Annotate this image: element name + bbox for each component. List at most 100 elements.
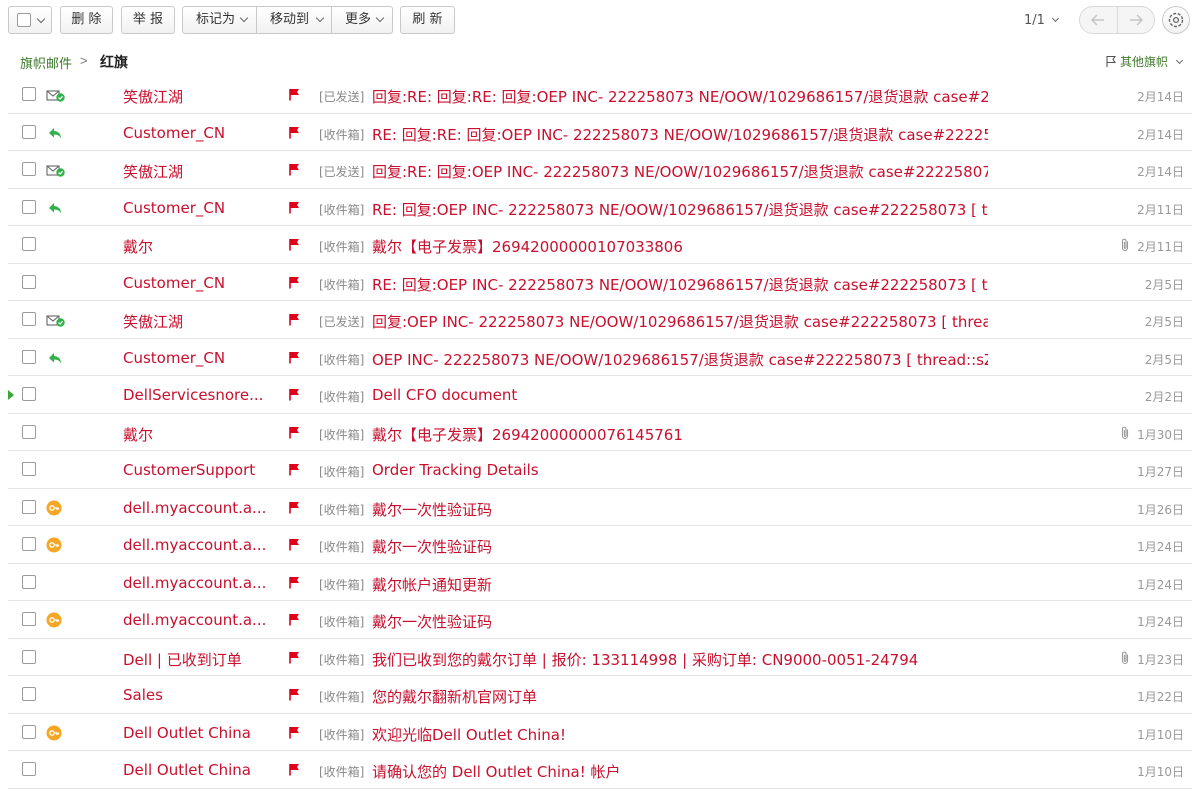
mail-row-checkbox[interactable] xyxy=(22,312,36,326)
mail-subject[interactable]: 戴尔一次性验证码 xyxy=(372,499,492,520)
settings-button[interactable] xyxy=(1162,6,1190,34)
mail-subject[interactable]: 我们已收到您的戴尔订单 | 报价: 133114998 | 采购订单: CN90… xyxy=(372,649,918,670)
mail-sender[interactable]: Sales xyxy=(123,686,163,704)
mail-subject[interactable]: RE: 回复:RE: 回复:OEP INC- 222258073 NE/OOW/… xyxy=(372,124,988,145)
other-flags-dropdown[interactable]: 其他旗帜 xyxy=(1105,53,1183,70)
red-flag-icon[interactable] xyxy=(288,201,300,219)
mail-row-checkbox[interactable] xyxy=(22,499,36,514)
red-flag-icon[interactable] xyxy=(288,238,300,256)
mail-row[interactable]: Customer_CN [收件箱] OEP INC- 222258073 NE/OO… xyxy=(8,339,1192,376)
mail-row[interactable]: Dell | 已收到订单 [收件箱] 我们已收到您的戴尔订单 | 报价: 13311… xyxy=(8,639,1192,676)
mail-row-checkbox[interactable] xyxy=(22,687,36,701)
mail-sender[interactable]: 笑傲江湖 xyxy=(123,86,183,107)
delete-button[interactable]: 删 除 xyxy=(60,6,113,34)
mail-subject[interactable]: 您的戴尔翻新机官网订单 xyxy=(372,686,537,707)
mail-row[interactable]: 戴尔 [收件箱] 戴尔【电子发票】26942000000076145761 1月30日 xyxy=(8,414,1192,451)
red-flag-icon[interactable] xyxy=(288,163,300,181)
mail-row-checkbox[interactable] xyxy=(22,237,36,251)
mail-row-checkbox[interactable] xyxy=(22,162,36,176)
mail-subject[interactable]: 请确认您的 Dell Outlet China! 帐户 xyxy=(372,761,621,782)
mail-sender[interactable]: DellServicesnore... xyxy=(123,386,263,404)
mail-sender[interactable]: 戴尔 xyxy=(123,236,153,257)
mail-row[interactable]: 笑傲江湖 [已发送] 回复:RE: 回复:RE: 回复:OEP INC- 22225… xyxy=(8,76,1192,114)
mail-row-checkbox[interactable] xyxy=(22,199,36,214)
more-dropdown[interactable]: 更多 xyxy=(331,7,392,33)
red-flag-icon[interactable] xyxy=(288,763,300,781)
mail-sender[interactable]: Customer_CN xyxy=(123,124,225,142)
page-indicator[interactable]: 1/1 xyxy=(1024,13,1060,28)
breadcrumb-flagged-mail[interactable]: 旗帜邮件 xyxy=(20,53,72,72)
select-all-checkbox[interactable] xyxy=(17,13,31,27)
red-flag-icon[interactable] xyxy=(288,126,300,144)
mail-row[interactable]: 笑傲江湖 [已发送] 回复:RE: 回复:OEP INC- 222258073 NE… xyxy=(8,151,1192,189)
red-flag-icon[interactable] xyxy=(288,576,300,594)
mail-row[interactable]: Sales [收件箱] 您的戴尔翻新机官网订单 1月22日 xyxy=(8,676,1192,714)
mail-sender[interactable]: CustomerSupport xyxy=(123,461,255,479)
prev-page-button[interactable] xyxy=(1080,7,1117,33)
mail-subject[interactable]: 回复:RE: 回复:RE: 回复:OEP INC- 222258073 NE/O… xyxy=(372,86,988,107)
red-flag-icon[interactable] xyxy=(288,613,300,631)
refresh-button[interactable]: 刷 新 xyxy=(400,6,455,34)
red-flag-icon[interactable] xyxy=(288,463,300,481)
mail-row[interactable]: Customer_CN [收件箱] RE: 回复:RE: 回复:OEP INC- 2… xyxy=(8,114,1192,151)
mail-subject[interactable]: RE: 回复:OEP INC- 222258073 NE/OOW/1029686… xyxy=(372,199,988,220)
mail-sender[interactable]: dell.myaccount.a... xyxy=(123,611,266,629)
mail-row-checkbox[interactable] xyxy=(22,649,36,664)
select-all-dropdown[interactable] xyxy=(8,6,52,34)
mail-sender[interactable]: 戴尔 xyxy=(123,424,153,445)
mail-sender[interactable]: 笑傲江湖 xyxy=(123,161,183,182)
mail-subject[interactable]: 欢迎光临Dell Outlet China! xyxy=(372,724,566,745)
mail-subject[interactable]: 回复:OEP INC- 222258073 NE/OOW/1029686157/… xyxy=(372,311,988,332)
red-flag-icon[interactable] xyxy=(288,388,300,406)
mail-sender[interactable]: Dell Outlet China xyxy=(123,724,251,742)
mail-row-checkbox[interactable] xyxy=(22,87,36,101)
red-flag-icon[interactable] xyxy=(288,538,300,556)
red-flag-icon[interactable] xyxy=(288,88,300,106)
mail-row[interactable]: Customer_CN [收件箱] RE: 回复:OEP INC- 22225807… xyxy=(8,189,1192,226)
mail-row-checkbox[interactable] xyxy=(22,537,36,551)
mail-row[interactable]: Dell Outlet China [收件箱] 请确认您的 Dell Outlet … xyxy=(8,751,1192,789)
next-page-button[interactable] xyxy=(1117,7,1154,33)
mail-sender[interactable]: dell.myaccount.a... xyxy=(123,536,266,554)
mail-sender[interactable]: Customer_CN xyxy=(123,349,225,367)
mail-subject[interactable]: 戴尔一次性验证码 xyxy=(372,611,492,632)
red-flag-icon[interactable] xyxy=(288,688,300,706)
mail-subject[interactable]: Order Tracking Details xyxy=(372,461,539,479)
mail-row-checkbox[interactable] xyxy=(22,574,36,589)
red-flag-icon[interactable] xyxy=(288,426,300,444)
red-flag-icon[interactable] xyxy=(288,726,300,744)
mail-sender[interactable]: 笑傲江湖 xyxy=(123,311,183,332)
red-flag-icon[interactable] xyxy=(288,501,300,519)
mail-row[interactable]: Customer_CN [收件箱] RE: 回复:OEP INC- 22225807… xyxy=(8,264,1192,301)
mail-row-checkbox[interactable] xyxy=(22,387,36,401)
mark-as-dropdown[interactable]: 标记为 xyxy=(183,7,256,33)
mail-subject[interactable]: 回复:RE: 回复:OEP INC- 222258073 NE/OOW/1029… xyxy=(372,161,988,182)
mail-row[interactable]: Dell Outlet China [收件箱] 欢迎光临Dell Outlet Ch… xyxy=(8,714,1192,751)
mail-row[interactable]: 笑傲江湖 [已发送] 回复:OEP INC- 222258073 NE/OOW/10… xyxy=(8,301,1192,339)
mail-sender[interactable]: Dell Outlet China xyxy=(123,761,251,779)
mail-sender[interactable]: dell.myaccount.a... xyxy=(123,574,266,592)
mail-row-checkbox[interactable] xyxy=(22,612,36,626)
mail-row[interactable]: dell.myaccount.a... [收件箱] 戴尔一次性验证码 1月24日 xyxy=(8,526,1192,564)
mail-row-checkbox[interactable] xyxy=(22,462,36,476)
mail-sender[interactable]: Customer_CN xyxy=(123,274,225,292)
mail-subject[interactable]: 戴尔【电子发票】26942000000107033806 xyxy=(372,236,683,257)
mail-row-checkbox[interactable] xyxy=(22,274,36,289)
mail-sender[interactable]: Dell | 已收到订单 xyxy=(123,649,242,670)
mail-row-checkbox[interactable] xyxy=(22,724,36,739)
mail-sender[interactable]: Customer_CN xyxy=(123,199,225,217)
red-flag-icon[interactable] xyxy=(288,276,300,294)
mail-subject[interactable]: Dell CFO document xyxy=(372,386,517,404)
mail-row[interactable]: dell.myaccount.a... [收件箱] 戴尔一次性验证码 1月26日 xyxy=(8,489,1192,526)
report-button[interactable]: 举 报 xyxy=(121,6,175,34)
mail-subject[interactable]: 戴尔一次性验证码 xyxy=(372,536,492,557)
mail-subject[interactable]: 戴尔帐户通知更新 xyxy=(372,574,492,595)
mail-row-checkbox[interactable] xyxy=(22,349,36,364)
mail-row[interactable]: dell.myaccount.a... [收件箱] 戴尔帐户通知更新 1月24日 xyxy=(8,564,1192,601)
red-flag-icon[interactable] xyxy=(288,351,300,369)
mail-subject[interactable]: 戴尔【电子发票】26942000000076145761 xyxy=(372,424,683,445)
mail-row[interactable]: DellServicesnore... [收件箱] Dell CFO documen… xyxy=(8,376,1192,414)
mail-subject[interactable]: RE: 回复:OEP INC- 222258073 NE/OOW/1029686… xyxy=(372,274,988,295)
mail-row[interactable]: 戴尔 [收件箱] 戴尔【电子发票】26942000000107033806 2月11日 xyxy=(8,226,1192,264)
mail-sender[interactable]: dell.myaccount.a... xyxy=(123,499,266,517)
